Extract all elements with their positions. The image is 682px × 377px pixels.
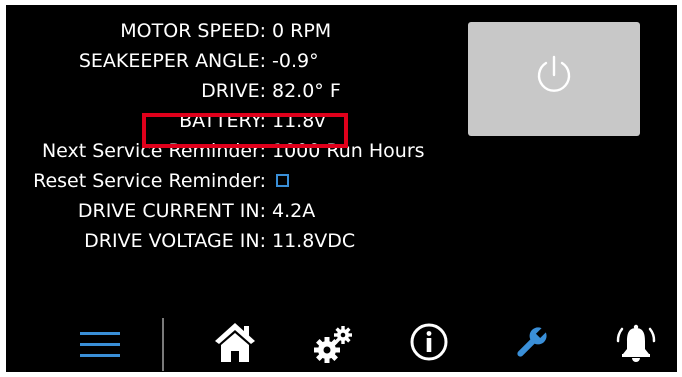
readout-label: DRIVE VOLTAGE IN: <box>84 230 266 252</box>
readout-value: -0.9° <box>272 50 319 72</box>
reset-service-checkbox[interactable] <box>276 174 289 187</box>
gears-icon <box>314 326 352 363</box>
wrench-icon <box>517 326 548 357</box>
display-screen: MOTOR SPEED: 0 RPM SEAKEEPER ANGLE: -0.9… <box>6 5 677 372</box>
readout-label: DRIVE: <box>201 80 266 102</box>
bottom-nav-bar <box>6 315 677 372</box>
readout-value: 82.0° F <box>272 80 341 102</box>
home-icon <box>215 323 255 362</box>
alarm-button[interactable] <box>614 321 658 367</box>
readout-label: DRIVE CURRENT IN: <box>77 200 266 222</box>
battery-highlight-box <box>142 113 348 148</box>
readout-value: 0 RPM <box>272 20 332 42</box>
settings-button[interactable] <box>313 325 355 369</box>
readout-label: SEAKEEPER ANGLE: <box>78 50 266 72</box>
home-button[interactable] <box>213 321 257 367</box>
power-button[interactable] <box>468 22 640 136</box>
readout-value: 11.8VDC <box>272 230 356 252</box>
menu-button[interactable] <box>80 329 122 365</box>
readout-drive-current: DRIVE CURRENT IN: 4.2A <box>6 196 446 226</box>
readout-reset-service: Reset Service Reminder: <box>6 166 446 196</box>
alarm-bell-icon <box>616 324 656 362</box>
info-icon <box>410 323 448 361</box>
info-button[interactable] <box>409 322 449 366</box>
readout-seakeeper-angle: SEAKEEPER ANGLE: -0.9° <box>6 46 446 76</box>
readout-drive-voltage: DRIVE VOLTAGE IN: 11.8VDC <box>6 226 446 256</box>
power-icon <box>537 55 571 92</box>
nav-divider <box>162 318 164 371</box>
readout-motor-speed: MOTOR SPEED: 0 RPM <box>6 16 446 46</box>
menu-icon <box>80 332 120 357</box>
readout-label: Reset Service Reminder: <box>33 170 266 192</box>
readout-value: 4.2A <box>272 200 316 222</box>
readout-drive-temp: DRIVE: 82.0° F <box>6 76 446 106</box>
service-button[interactable] <box>511 323 551 367</box>
readout-label: MOTOR SPEED: <box>120 20 266 42</box>
